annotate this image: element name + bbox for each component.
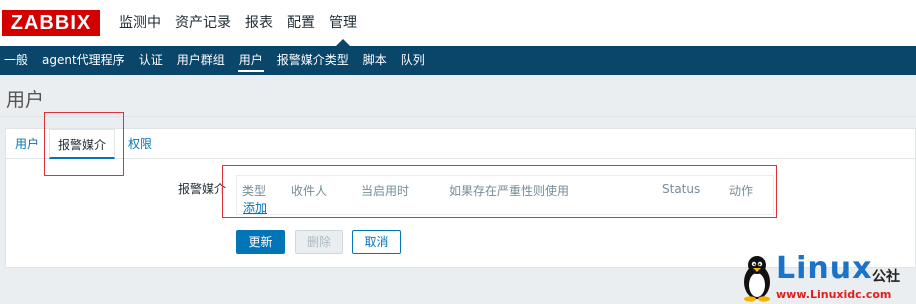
tab-permissions[interactable]: 权限 [128, 135, 152, 153]
cancel-button[interactable]: 取消 [352, 230, 401, 254]
sub-menu: 一般 agent代理程序 认证 用户群组 用户 报警媒介类型 脚本 队列 [0, 46, 916, 75]
delete-button: 删除 [295, 230, 343, 254]
zabbix-logo[interactable]: ZABBIX [2, 10, 100, 36]
sub-menu-user-groups[interactable]: 用户群组 [171, 46, 233, 75]
sub-menu-media-types[interactable]: 报警媒介类型 [271, 46, 357, 75]
watermark: Linux 公社 www.Linuxidc.com [736, 252, 916, 304]
annotation-box-media-tab [44, 112, 124, 176]
main-menu-administration[interactable]: 管理 [322, 0, 364, 46]
watermark-linux-text: Linux [776, 251, 873, 286]
main-menu: 监测中 资产记录 报表 配置 管理 [112, 0, 364, 46]
main-menu-configuration[interactable]: 配置 [280, 0, 322, 46]
form-tabs: 用户 报警媒介 权限 [6, 129, 916, 159]
title-divider [0, 116, 916, 117]
top-bar: ZABBIX 监测中 资产记录 报表 配置 管理 [0, 0, 916, 46]
annotation-box-media-table [222, 165, 777, 218]
sub-menu-scripts[interactable]: 脚本 [357, 46, 395, 75]
sub-menu-general[interactable]: 一般 [0, 46, 36, 75]
media-field-label: 报警媒介 [178, 182, 227, 196]
update-button[interactable]: 更新 [236, 230, 285, 254]
sub-menu-queue[interactable]: 队列 [395, 46, 433, 75]
page-title: 用户 [6, 89, 45, 111]
sub-menu-users[interactable]: 用户 [233, 46, 271, 75]
main-menu-monitoring[interactable]: 监测中 [112, 0, 168, 46]
penguin-icon [744, 256, 770, 302]
watermark-gongshe-text: 公社 [872, 269, 900, 285]
watermark-url-text: www.Linuxidc.com [776, 288, 892, 301]
sub-menu-authentication[interactable]: 认证 [133, 46, 171, 75]
main-menu-inventory[interactable]: 资产记录 [168, 0, 238, 46]
main-menu-reports[interactable]: 报表 [238, 0, 280, 46]
sub-menu-proxies[interactable]: agent代理程序 [36, 46, 133, 75]
tab-user[interactable]: 用户 [15, 135, 39, 153]
